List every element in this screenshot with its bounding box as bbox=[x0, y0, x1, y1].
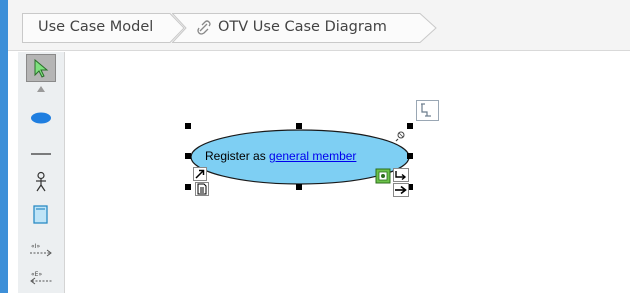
resize-handle[interactable] bbox=[407, 123, 413, 129]
resize-handle[interactable] bbox=[296, 123, 302, 129]
resize-handle[interactable] bbox=[407, 153, 413, 159]
association-arrow-icon[interactable] bbox=[193, 167, 207, 181]
transition-arrow-icon[interactable] bbox=[393, 183, 409, 197]
resize-handle[interactable] bbox=[185, 184, 191, 190]
use-case-name-text: Register as bbox=[205, 149, 270, 163]
sub-diagram-icon[interactable] bbox=[393, 168, 409, 182]
use-case-shape[interactable] bbox=[0, 0, 630, 293]
layout-connector-icon[interactable] bbox=[416, 100, 440, 122]
resize-handle[interactable] bbox=[185, 153, 191, 159]
model-element-icon[interactable] bbox=[375, 168, 391, 184]
resize-handle[interactable] bbox=[296, 184, 302, 190]
resize-handle[interactable] bbox=[185, 123, 191, 129]
document-icon[interactable] bbox=[195, 182, 209, 196]
resource-magnifier-icon[interactable] bbox=[395, 130, 407, 142]
use-case-name-link[interactable]: general member bbox=[269, 149, 356, 163]
use-case-name[interactable]: Register as general member bbox=[205, 149, 356, 163]
